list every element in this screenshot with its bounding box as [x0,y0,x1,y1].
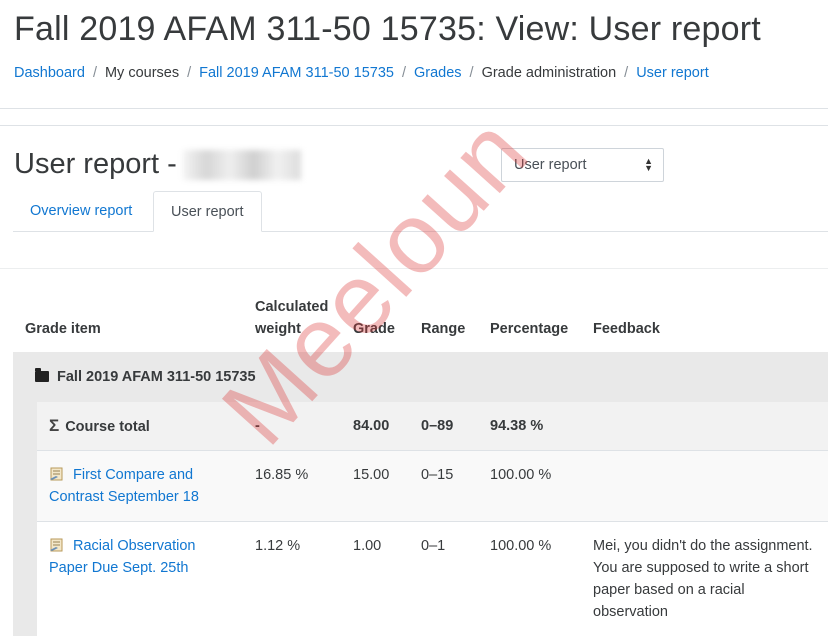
grade-item-link[interactable]: Racial Observation Paper Due Sept. 25th [49,538,196,576]
indent-cell [13,402,37,451]
item-range: 0–15 [409,451,478,522]
header-grade-item: Grade item [13,296,243,352]
table-row: First Compare and Contrast September 18 … [13,451,828,522]
item-feedback: Mei, you didn't do the assignment. You a… [581,522,828,636]
breadcrumb-separator: / [93,65,97,81]
report-selector-value: User report [514,157,587,173]
indent-cell [13,522,37,636]
category-name: Fall 2019 AFAM 311-50 15735 [57,369,256,385]
table-row: Racial Observation Paper Due Sept. 25th … [13,522,828,636]
grade-item-cell: First Compare and Contrast September 18 [37,451,243,522]
breadcrumb-grades[interactable]: Grades [414,65,462,81]
course-total-label: Course total [65,419,150,435]
header-calculated-weight: Calculated weight [243,296,341,352]
category-row: Fall 2019 AFAM 311-50 15735 [13,352,828,402]
redacted-username [183,150,301,180]
course-total-feedback [581,402,828,451]
course-total-grade: 84.00 [341,402,409,451]
breadcrumb-separator: / [470,65,474,81]
item-feedback [581,451,828,522]
sigma-icon: Σ [49,416,59,435]
item-percentage: 100.00 % [478,522,581,636]
divider [0,125,828,126]
item-grade: 1.00 [341,522,409,636]
header-range: Range [409,296,478,352]
breadcrumb-dashboard[interactable]: Dashboard [14,65,85,81]
course-total-row: Σ Course total - 84.00 0–89 94.38 % [13,402,828,451]
table-header-row: Grade item Calculated weight Grade Range… [13,296,828,352]
page-title: Fall 2019 AFAM 311-50 15735: View: User … [14,10,761,49]
folder-icon [35,371,49,382]
item-range: 0–1 [409,522,478,636]
header-percentage: Percentage [478,296,581,352]
breadcrumb-separator: / [187,65,191,81]
breadcrumb-my-courses: My courses [105,65,179,81]
report-selector[interactable]: User report ▲▼ [501,148,664,182]
breadcrumb-grade-administration: Grade administration [482,65,617,81]
report-tabs: Overview report User report [13,191,828,232]
indent-cell [13,451,37,522]
tab-user-report[interactable]: User report [153,191,262,232]
breadcrumb: Dashboard / My courses / Fall 2019 AFAM 311-… [14,65,709,81]
category-cell: Fall 2019 AFAM 311-50 15735 [13,352,828,402]
breadcrumb-separator: / [402,65,406,81]
breadcrumb-separator: / [624,65,628,81]
grade-item-link[interactable]: First Compare and Contrast September 18 [49,467,199,505]
assignment-icon [49,538,65,552]
course-total-range: 0–89 [409,402,478,451]
course-total-label-cell: Σ Course total [37,402,243,451]
header-grade: Grade [341,296,409,352]
item-weight: 1.12 % [243,522,341,636]
report-heading-text: User report - [14,148,177,180]
report-heading: User report - [14,148,301,181]
course-total-weight: - [243,402,341,451]
item-grade: 15.00 [341,451,409,522]
grade-table: Grade item Calculated weight Grade Range… [13,296,828,636]
course-total-percentage: 94.38 % [478,402,581,451]
breadcrumb-course[interactable]: Fall 2019 AFAM 311-50 15735 [199,65,394,81]
item-weight: 16.85 % [243,451,341,522]
select-arrows-icon: ▲▼ [644,158,653,172]
item-percentage: 100.00 % [478,451,581,522]
breadcrumb-user-report[interactable]: User report [636,65,709,81]
grade-item-cell: Racial Observation Paper Due Sept. 25th [37,522,243,636]
assignment-icon [49,467,65,481]
divider [0,108,828,109]
header-feedback: Feedback [581,296,828,352]
divider [0,268,828,269]
tab-overview-report[interactable]: Overview report [13,191,149,231]
